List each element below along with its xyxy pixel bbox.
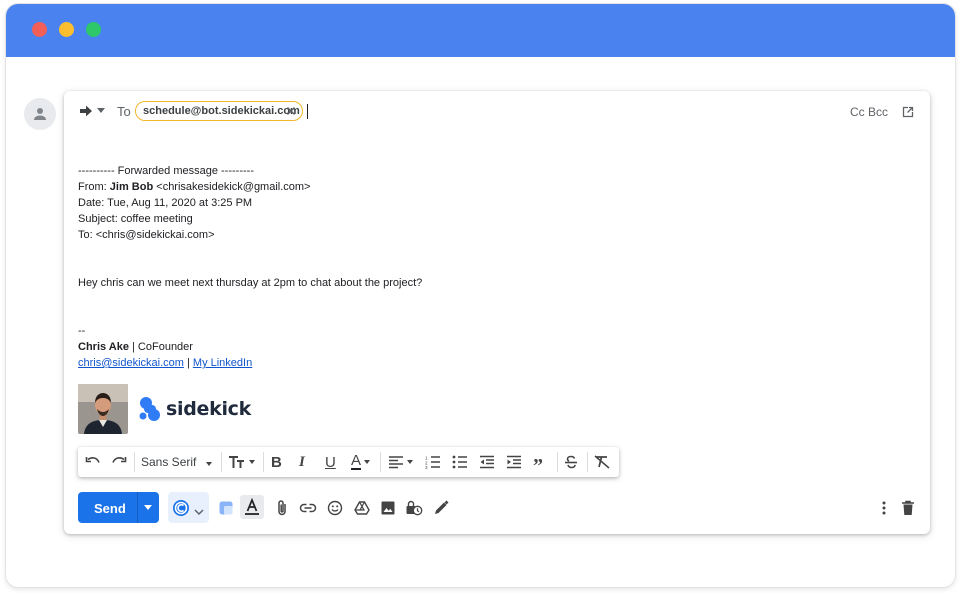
- avatar: [24, 98, 56, 130]
- formatting-toolbar: Sans Serif B I U A 123 ”: [78, 447, 619, 477]
- photo-icon[interactable]: [378, 498, 398, 518]
- indent-less-icon[interactable]: [479, 454, 495, 470]
- linkedin-link[interactable]: My LinkedIn: [193, 357, 252, 369]
- link-icon[interactable]: [298, 498, 318, 518]
- schedule-send-dropdown[interactable]: [144, 505, 152, 510]
- message-body[interactable]: ---------- Forwarded message --------- F…: [78, 163, 422, 371]
- svg-text:3: 3: [425, 465, 428, 469]
- clear-formatting-icon[interactable]: [594, 454, 610, 470]
- forwarded-to: To: <chris@sidekickai.com>: [78, 229, 215, 241]
- sender-email: <chrisakesidekick@gmail.com>: [156, 181, 311, 193]
- template-icon[interactable]: [216, 498, 236, 518]
- indent-more-icon[interactable]: [506, 454, 522, 470]
- reply-type-dropdown[interactable]: [97, 108, 105, 113]
- signature-icon[interactable]: [431, 498, 451, 518]
- more-options-icon[interactable]: [874, 498, 894, 518]
- trash-icon[interactable]: [898, 498, 918, 518]
- recipients-row: To schedule@bot.sidekickai.com Cc Bcc: [64, 91, 930, 131]
- forwarded-header: ---------- Forwarded message ---------: [78, 165, 254, 177]
- sidekick-logo-mark: [139, 397, 160, 421]
- message-text: Hey chris can we meet next thursday at 2…: [78, 277, 423, 289]
- sidekick-logo-text: sidekick: [166, 398, 251, 420]
- cc-bcc-link[interactable]: Cc Bcc: [850, 105, 888, 119]
- send-label: Send: [94, 501, 126, 516]
- text-color-icon[interactable]: A: [351, 453, 371, 470]
- text-size-icon[interactable]: [228, 454, 255, 470]
- close-window-button[interactable]: [32, 22, 47, 37]
- signature-name: Chris Ake: [78, 341, 129, 353]
- signature-images: sidekick: [78, 384, 251, 434]
- emoji-icon[interactable]: [325, 498, 345, 518]
- font-family-select[interactable]: Sans Serif: [141, 455, 213, 469]
- formatting-toggle-icon[interactable]: [240, 495, 264, 519]
- align-icon[interactable]: [388, 454, 413, 470]
- signature-name-line: Chris Ake | CoFounder: [78, 339, 422, 355]
- bulleted-list-icon[interactable]: [452, 454, 468, 470]
- redo-icon[interactable]: [110, 454, 128, 470]
- numbered-list-icon[interactable]: 123: [425, 454, 441, 470]
- strikethrough-icon[interactable]: [564, 454, 578, 470]
- recipient-chip[interactable]: schedule@bot.sidekickai.com: [135, 101, 303, 121]
- chevron-down-icon: [194, 503, 204, 521]
- title-bar: [6, 4, 955, 57]
- drive-icon[interactable]: [352, 498, 372, 518]
- undo-icon[interactable]: [84, 454, 102, 470]
- sidekick-button[interactable]: [168, 492, 209, 523]
- signature-title: | CoFounder: [128, 341, 193, 353]
- minimize-window-button[interactable]: [59, 22, 74, 37]
- forward-icon[interactable]: [78, 103, 94, 124]
- underline-icon[interactable]: U: [325, 454, 336, 471]
- send-button[interactable]: Send: [78, 492, 159, 523]
- signature-email-link[interactable]: chris@sidekickai.com: [78, 357, 184, 369]
- quote-icon[interactable]: ”: [533, 454, 543, 477]
- text-cursor: [307, 104, 308, 119]
- forwarded-from: From: Jim Bob <chrisakesidekick@gmail.co…: [78, 181, 311, 193]
- person-icon: [34, 108, 46, 120]
- signature-links: chris@sidekickai.com | My LinkedIn: [78, 357, 253, 369]
- compose-actions: Send: [78, 492, 918, 524]
- close-icon[interactable]: [285, 105, 297, 123]
- profile-photo: [78, 384, 128, 434]
- maximize-window-button[interactable]: [86, 22, 101, 37]
- forwarded-date: Date: Tue, Aug 11, 2020 at 3:25 PM: [78, 197, 253, 209]
- forwarded-subject: Subject: coffee meeting: [78, 213, 193, 225]
- compose-window: To schedule@bot.sidekickai.com Cc Bcc --…: [64, 91, 930, 534]
- sender-name: Jim Bob: [109, 181, 154, 193]
- to-label: To: [117, 104, 131, 119]
- sidekick-icon: [171, 498, 191, 523]
- confidential-icon[interactable]: [404, 498, 424, 518]
- recipient-email: schedule@bot.sidekickai.com: [143, 105, 300, 117]
- sidekick-logo: sidekick: [138, 396, 251, 422]
- bold-icon[interactable]: B: [271, 454, 282, 471]
- italic-icon[interactable]: I: [299, 454, 305, 470]
- attach-icon[interactable]: [272, 498, 292, 518]
- signature-dashes: --: [78, 325, 86, 337]
- popout-icon[interactable]: [902, 105, 914, 123]
